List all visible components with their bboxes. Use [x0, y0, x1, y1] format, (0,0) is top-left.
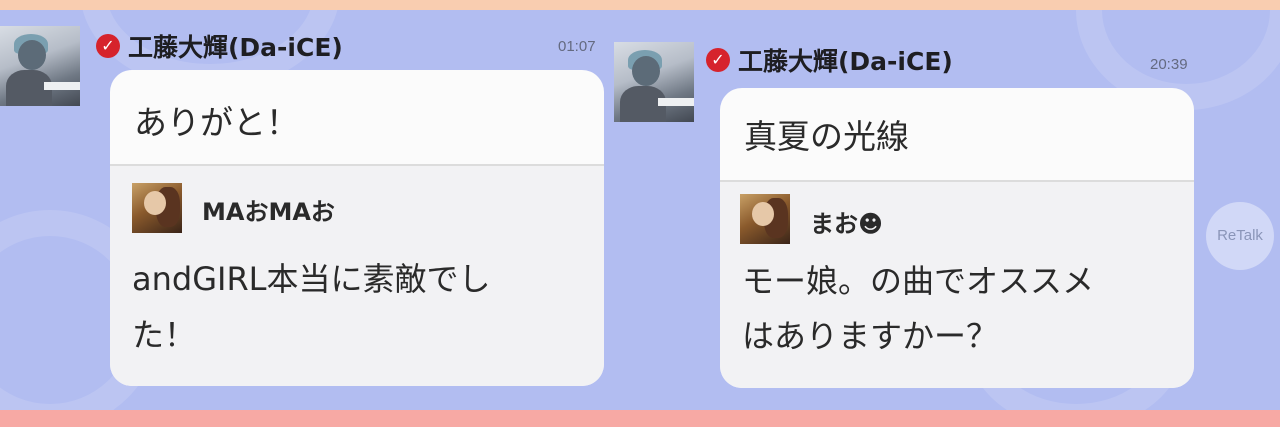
- quoted-message-line: た！: [132, 316, 197, 354]
- bottom-border-strip: [0, 410, 1280, 427]
- quoted-user-name: MAおMAお: [202, 198, 335, 226]
- sender-name[interactable]: 工藤大輝(Da-iCE): [738, 42, 953, 78]
- quoted-message-line: はありますかー？: [742, 317, 999, 355]
- talk-panel-1: ✓ 工藤大輝(Da-iCE) 01:07 ありがと！ MAおMAお andGIR…: [0, 10, 606, 410]
- divider: [720, 180, 1194, 182]
- post-time: 01:07: [558, 38, 596, 55]
- talk-panel-2: ✓ 工藤大輝(Da-iCE) 20:39 真夏の光線 まお☻ モー娘。の曲でオス…: [606, 10, 1280, 410]
- post-time: 20:39: [1150, 56, 1188, 73]
- message-bubble[interactable]: ありがと！ MAおMAお andGIRL本当に素敵でし た！: [110, 70, 604, 386]
- message-text: ありがと！: [134, 103, 299, 142]
- sender-avatar[interactable]: [0, 26, 80, 106]
- verified-check-icon: ✓: [96, 34, 120, 58]
- sender-name[interactable]: 工藤大輝(Da-iCE): [128, 28, 343, 64]
- quoted-user-avatar: [740, 194, 790, 244]
- quoted-message-line: モー娘。の曲でオススメ: [742, 262, 1095, 300]
- message-text: 真夏の光線: [744, 117, 909, 156]
- quoted-message-line: andGIRL本当に素敵でし: [132, 260, 491, 298]
- divider: [110, 164, 604, 166]
- retalk-button[interactable]: ReTalk: [1206, 202, 1274, 270]
- quoted-user-name: まお☻: [810, 210, 884, 238]
- message-bubble[interactable]: 真夏の光線 まお☻ モー娘。の曲でオススメ はありますかー？: [720, 88, 1194, 388]
- top-border-strip: [0, 0, 1280, 10]
- sender-avatar[interactable]: [614, 42, 694, 122]
- verified-check-icon: ✓: [706, 48, 730, 72]
- quoted-user-avatar: [132, 183, 182, 233]
